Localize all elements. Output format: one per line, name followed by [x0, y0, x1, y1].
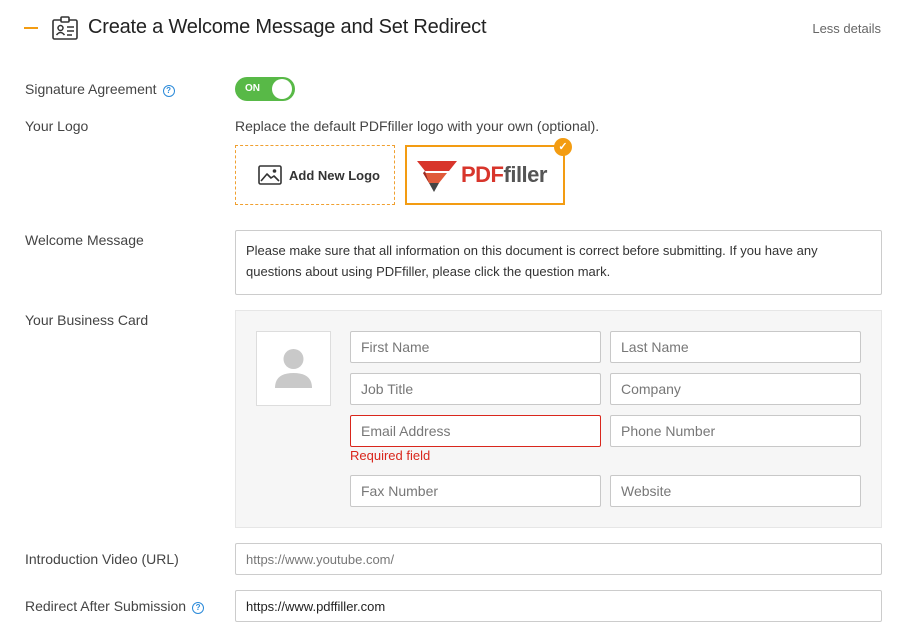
intro-video-label: Introduction Video (URL)	[25, 551, 179, 567]
phone-number-input[interactable]	[610, 415, 861, 447]
toggle-knob	[272, 79, 292, 99]
welcome-message-label: Welcome Message	[25, 232, 144, 248]
section-header: Create a Welcome Message and Set Redirec…	[0, 0, 907, 60]
business-card-panel: Required field	[235, 310, 882, 528]
business-card-label: Your Business Card	[25, 312, 149, 328]
avatar-placeholder[interactable]	[256, 331, 331, 406]
redirect-label-text: Redirect After Submission	[25, 598, 187, 614]
redirect-url-input[interactable]	[235, 590, 882, 622]
email-required-error: Required field	[350, 448, 431, 463]
person-icon	[275, 349, 312, 388]
intro-video-url-input[interactable]	[235, 543, 882, 575]
less-details-link[interactable]: Less details	[812, 21, 881, 36]
email-address-input[interactable]	[350, 415, 601, 447]
signature-agreement-label: Signature Agreement?	[25, 81, 175, 97]
redirect-label: Redirect After Submission?	[25, 598, 205, 614]
brand-pdf: PDF	[461, 162, 504, 187]
last-name-input[interactable]	[610, 331, 861, 363]
pdffiller-logo-icon	[417, 161, 457, 192]
id-card-icon	[52, 16, 78, 40]
job-title-input[interactable]	[350, 373, 601, 405]
toggle-state-label: ON	[245, 83, 260, 94]
add-new-logo-button[interactable]: Add New Logo	[235, 145, 395, 205]
pdffiller-brand: PDFfiller	[461, 162, 547, 188]
brand-filler: filler	[503, 162, 548, 187]
company-input[interactable]	[610, 373, 861, 405]
selected-check-icon: ✓	[554, 138, 572, 156]
website-input[interactable]	[610, 475, 861, 507]
logo-hint: Replace the default PDFfiller logo with …	[235, 118, 600, 134]
redirect-help-icon[interactable]: ?	[192, 602, 205, 614]
welcome-message-textarea[interactable]: Please make sure that all information on…	[235, 230, 882, 295]
fax-number-input[interactable]	[350, 475, 601, 507]
your-logo-label: Your Logo	[25, 118, 89, 134]
pdffiller-logo-option[interactable]: PDFfiller ✓	[405, 138, 572, 205]
first-name-input[interactable]	[350, 331, 601, 363]
signature-agreement-toggle[interactable]: ON	[235, 77, 295, 101]
page-title: Create a Welcome Message and Set Redirec…	[88, 16, 487, 38]
collapse-icon[interactable]	[24, 27, 38, 29]
help-icon[interactable]: ?	[162, 85, 175, 97]
image-icon	[258, 165, 282, 185]
signature-agreement-text: Signature Agreement	[25, 81, 157, 97]
add-new-logo-label: Add New Logo	[289, 168, 380, 183]
